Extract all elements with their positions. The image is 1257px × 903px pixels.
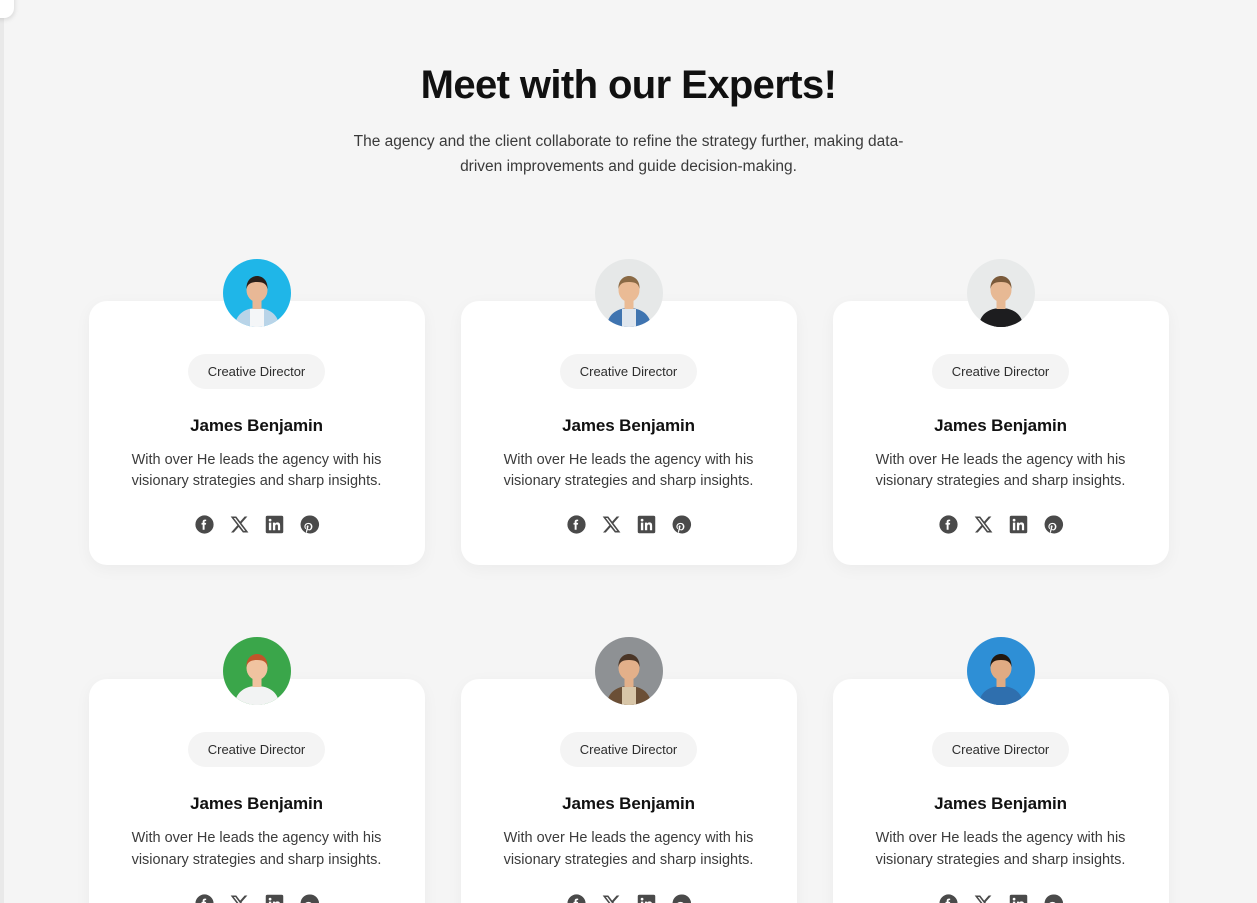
member-bio: With over He leads the agency with his v… [131,830,382,868]
member-name: James Benjamin [562,415,695,435]
member-social-links [111,893,403,903]
member-name: James Benjamin [934,415,1067,435]
page-title: Meet with our Experts! [420,63,837,107]
team-member-card: Creative Director James Benjamin With over… [88,637,425,903]
member-role-badge: Creative Director [931,353,1070,389]
member-social-links [111,514,403,535]
member-role-badge: Creative Director [559,353,698,389]
avatar-man-black-tshirt-gray-background [966,258,1035,327]
member-role-badge: Creative Director [187,732,326,768]
member-role-badge: Creative Director [931,732,1070,768]
pinterest-icon[interactable] [299,893,320,903]
facebook-icon[interactable] [194,514,215,535]
team-cards-grid: Creative Director James Benjamin With over… [88,180,1169,903]
linkedin-icon[interactable] [264,893,285,903]
member-role-badge: Creative Director [559,732,698,768]
facebook-icon[interactable] [194,893,215,903]
member-bio: With over He leads the agency with his v… [875,451,1126,490]
linkedin-icon[interactable] [264,514,285,535]
member-name: James Benjamin [562,794,695,814]
x-twitter-icon[interactable] [229,514,250,535]
member-name: James Benjamin [190,794,323,814]
avatar-redhead-man-white-shirt-green-background [222,637,291,706]
pinterest-icon[interactable] [671,893,692,903]
member-bio: With over He leads the agency with his v… [875,830,1126,868]
facebook-icon[interactable] [938,514,959,535]
team-member-card: Creative Director James Benjamin With over… [460,258,797,566]
facebook-icon[interactable] [566,514,587,535]
team-member-card: Creative Director James Benjamin With over… [460,637,797,903]
x-twitter-icon[interactable] [601,893,622,903]
avatar-man-denim-shirt-cyan-background [222,258,291,327]
member-name: James Benjamin [934,794,1067,814]
member-bio: With over He leads the agency with his v… [503,451,754,490]
linkedin-icon[interactable] [636,893,657,903]
experts-page: Meet with our Experts! The agency and th… [0,0,1257,903]
pinterest-icon[interactable] [1043,893,1064,903]
member-name: James Benjamin [190,415,323,435]
facebook-icon[interactable] [566,893,587,903]
linkedin-icon[interactable] [1008,893,1029,903]
avatar-man-arms-crossed-gray-background [594,258,663,327]
facebook-icon[interactable] [938,893,959,903]
page-subtitle: The agency and the client collaborate to… [353,133,904,175]
x-twitter-icon[interactable] [973,514,994,535]
team-member-card: Creative Director James Benjamin With over… [88,258,425,566]
member-role-badge: Creative Director [187,353,326,389]
member-bio: With over He leads the agency with his v… [503,830,754,868]
pinterest-icon[interactable] [1043,514,1064,535]
linkedin-icon[interactable] [636,514,657,535]
x-twitter-icon[interactable] [973,893,994,903]
linkedin-icon[interactable] [1008,514,1029,535]
member-social-links [483,514,775,535]
avatar-bearded-man-glasses-plaid-shirt-gray-background [594,637,663,706]
member-social-links [483,893,775,903]
pinterest-icon[interactable] [671,514,692,535]
member-bio: With over He leads the agency with his v… [131,451,382,490]
avatar-man-blue-tshirt-blue-background [966,637,1035,706]
member-social-links [855,514,1147,535]
pinterest-icon[interactable] [299,514,320,535]
x-twitter-icon[interactable] [229,893,250,903]
member-social-links [855,893,1147,903]
section-header: Meet with our Experts! The agency and th… [0,62,1257,180]
team-member-card: Creative Director James Benjamin With over… [832,258,1169,566]
x-twitter-icon[interactable] [601,514,622,535]
team-member-card: Creative Director James Benjamin With over… [832,637,1169,903]
